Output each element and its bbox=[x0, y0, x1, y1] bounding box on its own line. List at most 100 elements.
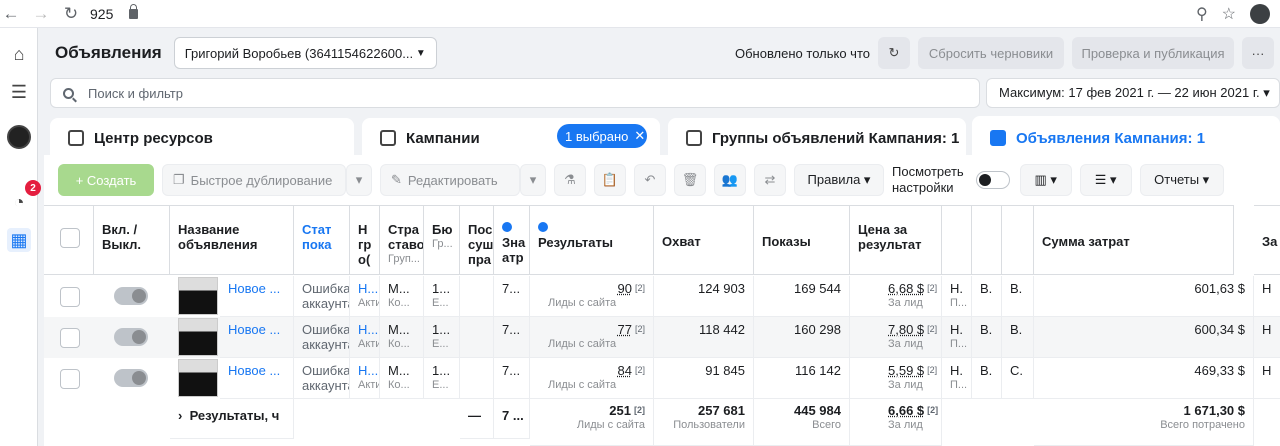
refresh-button[interactable]: ↻ bbox=[878, 37, 910, 69]
row-checkbox[interactable] bbox=[60, 328, 80, 348]
chevron-down-icon[interactable]: ▾ bbox=[520, 164, 546, 196]
view-settings-toggle[interactable] bbox=[975, 171, 1010, 189]
adset-name[interactable]: Н... bbox=[358, 363, 378, 378]
budget-sub: Е... bbox=[432, 379, 449, 391]
trash-icon[interactable]: 🗑 bbox=[674, 164, 706, 196]
updated-status: Обновлено только что bbox=[734, 45, 870, 61]
tab-ads[interactable]: Объявления Кампания: 1 bbox=[972, 116, 1280, 160]
rules-button[interactable]: Правила ▾ bbox=[794, 164, 884, 196]
edit-button[interactable]: ✎ Редактировать bbox=[380, 164, 520, 196]
col-spent[interactable]: Сумма затрат bbox=[1034, 205, 1234, 275]
col-budget[interactable]: Бю Гр... bbox=[424, 205, 460, 275]
e2-cell: В. bbox=[972, 317, 1002, 358]
account-selector[interactable]: Григорий Воробьев (3641154622600... ▼ bbox=[173, 37, 437, 69]
duplicate-button[interactable]: ❐ Быстрое дублирование bbox=[162, 164, 346, 196]
ad-name-link[interactable]: Новое ... bbox=[220, 276, 294, 317]
col-c6[interactable]: Пос суш пра bbox=[460, 205, 494, 275]
tab-label: Центр ресурсов bbox=[94, 129, 213, 147]
cpr-sub: За лид bbox=[888, 338, 923, 350]
audience-icon[interactable]: 👥 bbox=[714, 164, 746, 196]
totals-spent-value: 1 671,30 $ bbox=[1183, 403, 1245, 418]
ad-thumbnail[interactable] bbox=[178, 359, 218, 397]
col-c7[interactable]: Зна атр bbox=[494, 205, 530, 275]
paste-icon[interactable]: 📋 bbox=[594, 164, 626, 196]
reports-button[interactable]: Отчеты ▾ bbox=[1139, 164, 1224, 196]
create-button[interactable]: + Создать bbox=[58, 164, 154, 196]
footnote-mark: [2] bbox=[927, 405, 939, 415]
totals-impressions: 445 984 Всего bbox=[754, 398, 850, 446]
row-checkbox[interactable] bbox=[60, 369, 80, 389]
ad-name[interactable]: Новое ... bbox=[228, 281, 280, 296]
ad-name[interactable]: Новое ... bbox=[228, 363, 280, 378]
col-reach[interactable]: Охват bbox=[654, 205, 754, 275]
cpr-value: 7,80 $ bbox=[888, 322, 925, 337]
review-publish-button[interactable]: Проверка и публикация bbox=[1072, 37, 1234, 69]
adset-cell[interactable]: Н...Актив bbox=[350, 317, 380, 358]
col-e1[interactable] bbox=[942, 205, 972, 275]
ad-name[interactable]: Новое ... bbox=[228, 322, 280, 337]
ad-toggle[interactable] bbox=[114, 287, 148, 305]
columns-button[interactable]: ▥ ▾ bbox=[1019, 164, 1072, 196]
totals-label[interactable]: › Результаты, ч bbox=[170, 398, 294, 439]
close-icon[interactable]: ✕ bbox=[634, 128, 645, 144]
col-strategy[interactable]: Стра ставо Груп... bbox=[380, 205, 424, 275]
ad-toggle[interactable] bbox=[114, 328, 148, 346]
toolbar: + Создать ❐ Быстрое дублирование ▾ ✎ Ред… bbox=[44, 155, 1280, 205]
last-value: Н bbox=[1262, 281, 1272, 296]
test-icon[interactable]: ⚗ bbox=[554, 164, 586, 196]
col-status[interactable]: Стат пока bbox=[294, 205, 350, 275]
tab-resources[interactable]: Центр ресурсов bbox=[50, 118, 354, 158]
profile-icon[interactable] bbox=[1250, 3, 1270, 24]
col-impressions[interactable]: Показы bbox=[754, 205, 850, 275]
reset-drafts-button[interactable]: Сбросить черновики bbox=[918, 37, 1064, 69]
col-last[interactable]: За bbox=[1254, 205, 1280, 275]
chevron-down-icon[interactable]: ▾ bbox=[346, 164, 372, 196]
home-icon[interactable]: ⌂ bbox=[7, 42, 31, 66]
col-e3[interactable] bbox=[1002, 205, 1034, 275]
menu-icon[interactable]: ☰ bbox=[7, 80, 31, 104]
star-icon[interactable]: ☆ bbox=[1222, 4, 1236, 24]
col-onoff[interactable]: Вкл. / Выкл. bbox=[94, 205, 170, 275]
ad-toggle[interactable] bbox=[114, 369, 148, 387]
strategy-sub: Ко... bbox=[388, 338, 410, 350]
reload-icon[interactable]: ↻ bbox=[60, 4, 82, 24]
selected-pill[interactable]: 1 выбрано ✕ bbox=[557, 124, 647, 148]
back-icon[interactable]: ← bbox=[0, 4, 22, 24]
tab-adsets[interactable]: Группы объявлений Кампания: 1 bbox=[668, 118, 966, 158]
more-button[interactable]: ··· bbox=[1242, 37, 1274, 69]
row-checkbox[interactable] bbox=[60, 287, 80, 307]
ad-name-link[interactable]: Новое ... bbox=[220, 358, 294, 399]
breakdown-button[interactable]: ☰ ▾ bbox=[1079, 164, 1132, 196]
ad-name-link[interactable]: Новое ... bbox=[220, 317, 294, 358]
zoom-icon[interactable]: ⚲ bbox=[1196, 4, 1208, 24]
copy-icon: ❐ bbox=[173, 172, 185, 187]
adset-cell[interactable]: Н...Актив bbox=[350, 358, 380, 399]
totals-spent: 1 671,30 $ Всего потрачено bbox=[1034, 398, 1254, 446]
forward-icon[interactable]: → bbox=[30, 4, 52, 24]
col-e2[interactable] bbox=[972, 205, 1002, 275]
c6-cell bbox=[460, 358, 494, 399]
adset-cell[interactable]: Н...Актив bbox=[350, 276, 380, 317]
undo-icon[interactable]: ↶ bbox=[634, 164, 666, 196]
e2-cell: В. bbox=[972, 358, 1002, 399]
status-line2: аккаунта bbox=[302, 378, 350, 393]
search-input[interactable]: Поиск и фильтр bbox=[50, 78, 980, 108]
address-bar[interactable]: 925 bbox=[90, 6, 113, 22]
col-cpr[interactable]: Цена за результат bbox=[850, 205, 942, 275]
col-results[interactable]: Результаты bbox=[530, 205, 654, 275]
col-name[interactable]: Название объявления bbox=[170, 205, 294, 275]
col-c3[interactable]: Нгр о( bbox=[350, 205, 380, 275]
adset-name[interactable]: Н... bbox=[358, 281, 378, 296]
avatar[interactable] bbox=[7, 125, 31, 149]
c6-cell bbox=[460, 276, 494, 317]
date-range-selector[interactable]: Максимум: 17 фев 2021 г. — 22 июн 2021 г… bbox=[986, 78, 1280, 108]
tab-label: Объявления Кампания: 1 bbox=[1016, 129, 1206, 147]
export-icon[interactable]: ⇄ bbox=[754, 164, 786, 196]
adset-name[interactable]: Н... bbox=[358, 322, 378, 337]
select-all-checkbox[interactable] bbox=[60, 228, 80, 248]
e1-sub: П... bbox=[950, 297, 968, 309]
ads-manager-icon[interactable]: ▦ bbox=[7, 228, 31, 252]
ad-thumbnail[interactable] bbox=[178, 318, 218, 356]
ad-thumbnail[interactable] bbox=[178, 277, 218, 315]
e3-value: В. bbox=[1010, 281, 1023, 296]
